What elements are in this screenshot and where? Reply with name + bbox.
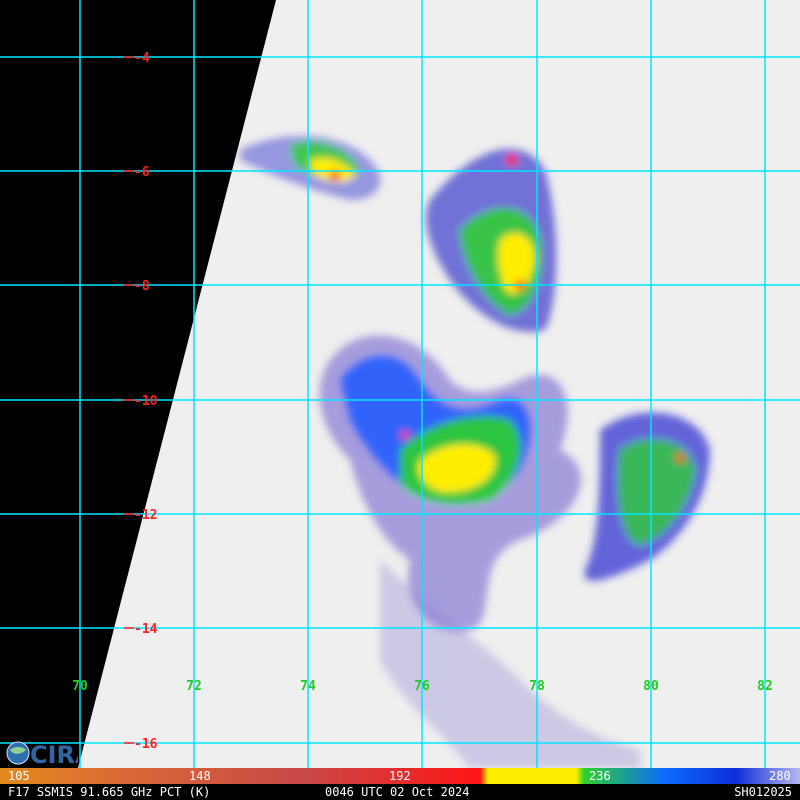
product-label: F17 SSMIS 91.665 GHz PCT (K) bbox=[8, 785, 211, 799]
red-cell bbox=[676, 454, 684, 462]
colorbar-tick-label: 280 bbox=[769, 769, 791, 783]
colorbar-tick-label: 148 bbox=[189, 769, 211, 783]
colorbar-tick-label: 236 bbox=[589, 769, 611, 783]
latitude-label: -10 bbox=[134, 394, 158, 409]
colorbar-tick-label: 105 bbox=[8, 769, 30, 783]
latitude-label: -16 bbox=[134, 737, 158, 752]
latitude-label: -6 bbox=[134, 165, 150, 180]
cira-logo: CIRA bbox=[4, 736, 94, 769]
longitude-label: 76 bbox=[414, 679, 430, 694]
logo-text: CIRA bbox=[30, 741, 78, 768]
latitude-label: -8 bbox=[134, 279, 150, 294]
map-canvas: -4 -6 -8 -10 -12 -14 -16 70 72 74 76 78 80 82 bbox=[0, 0, 800, 768]
longitude-label: 72 bbox=[186, 679, 202, 694]
longitude-label: 78 bbox=[529, 679, 545, 694]
satellite-map: -4 -6 -8 -10 -12 -14 -16 70 72 74 76 78 80 82 bbox=[0, 0, 800, 768]
red-cell bbox=[401, 431, 409, 439]
latitude-label: -12 bbox=[134, 508, 157, 523]
latitude-label: -4 bbox=[134, 51, 150, 66]
footer-bar: F17 SSMIS 91.665 GHz PCT (K) 0046 UTC 02… bbox=[0, 784, 800, 800]
colorbar-tick-label: 192 bbox=[389, 769, 411, 783]
longitude-label: 74 bbox=[300, 679, 316, 694]
storm-id-label: SH012025 bbox=[734, 785, 792, 799]
timestamp-label: 0046 UTC 02 Oct 2024 bbox=[325, 785, 470, 799]
longitude-label: 70 bbox=[72, 679, 88, 694]
longitude-label: 82 bbox=[757, 679, 773, 694]
latitude-label: -14 bbox=[134, 622, 158, 637]
red-cell bbox=[507, 155, 517, 165]
longitude-label: 80 bbox=[643, 679, 659, 694]
